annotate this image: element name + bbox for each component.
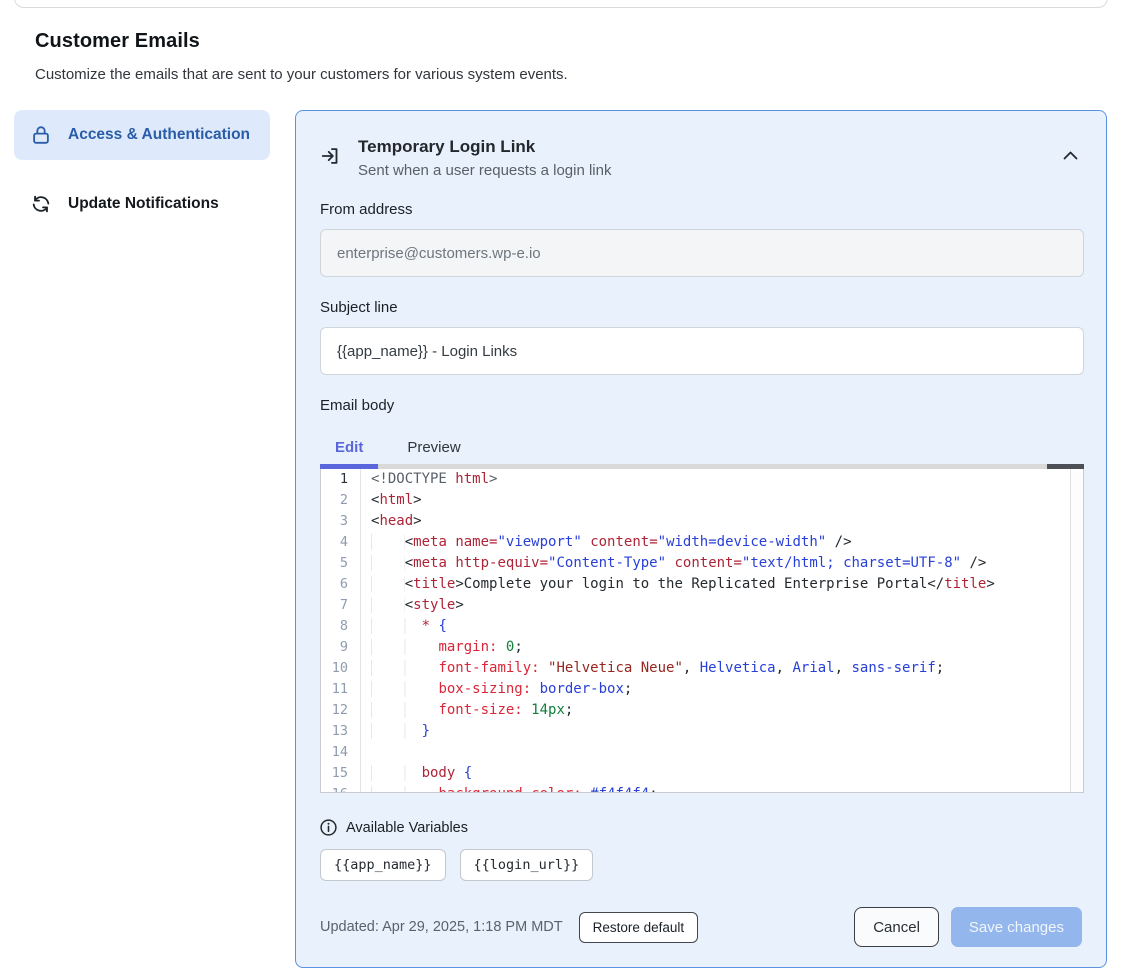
code-text: <style> — [361, 595, 464, 616]
code-text: <title>Complete your login to the Replic… — [361, 574, 995, 595]
code-line[interactable]: 12 font-size: 14px; — [321, 700, 1083, 721]
line-number: 5 — [321, 553, 361, 574]
code-line[interactable]: 11 box-sizing: border-box; — [321, 679, 1083, 700]
code-line[interactable]: 4 <meta name="viewport" content="width=d… — [321, 532, 1083, 553]
page-subtitle: Customize the emails that are sent to yo… — [35, 66, 568, 83]
sidebar-item-label: Update Notifications — [68, 192, 219, 216]
code-line[interactable]: 10 font-family: "Helvetica Neue", Helvet… — [321, 658, 1083, 679]
panel-footer: Updated: Apr 29, 2025, 1:18 PM MDT Resto… — [320, 907, 1082, 947]
login-icon — [320, 145, 342, 167]
cancel-button[interactable]: Cancel — [854, 907, 939, 947]
code-text: } — [361, 721, 430, 742]
lock-icon — [30, 124, 52, 146]
line-number: 12 — [321, 700, 361, 721]
variable-chip[interactable]: {{app_name}} — [320, 849, 446, 881]
line-number: 8 — [321, 616, 361, 637]
page-title: Customer Emails — [35, 30, 568, 53]
line-number: 14 — [321, 742, 361, 763]
line-number: 4 — [321, 532, 361, 553]
save-changes-button[interactable]: Save changes — [951, 907, 1082, 947]
page-header: Customer Emails Customize the emails tha… — [35, 30, 568, 83]
subject-line-input[interactable] — [320, 327, 1084, 375]
code-text: <html> — [361, 490, 422, 511]
subject-line-label: Subject line — [320, 299, 1082, 316]
code-line[interactable]: 16 background-color: #f4f4f4; — [321, 784, 1083, 793]
line-number: 11 — [321, 679, 361, 700]
code-text: font-family: "Helvetica Neue", Helvetica… — [361, 658, 944, 679]
code-line[interactable]: 8 * { — [321, 616, 1083, 637]
from-address-field: From address — [320, 201, 1082, 277]
temporary-login-link-panel: Temporary Login Link Sent when a user re… — [295, 110, 1107, 968]
line-number: 13 — [321, 721, 361, 742]
panel-header: Temporary Login Link Sent when a user re… — [320, 137, 1082, 179]
tab-preview[interactable]: Preview — [392, 430, 475, 469]
code-text: body { — [361, 763, 472, 784]
line-number: 7 — [321, 595, 361, 616]
code-text: font-size: 14px; — [361, 700, 573, 721]
available-variables-section: Available Variables {{app_name}} {{login_… — [320, 819, 1082, 881]
panel-subtitle: Sent when a user requests a login link — [358, 162, 611, 179]
panel-title: Temporary Login Link — [358, 137, 611, 157]
chevron-up-icon[interactable] — [1059, 147, 1082, 164]
code-text: <!DOCTYPE html> — [361, 469, 497, 490]
subject-line-field: Subject line — [320, 299, 1082, 375]
code-line[interactable]: 5 <meta http-equiv="Content-Type" conten… — [321, 553, 1083, 574]
code-text: * { — [361, 616, 447, 637]
sidebar-item-label: Access & Authentication — [68, 123, 250, 147]
variable-chip[interactable]: {{login_url}} — [460, 849, 594, 881]
refresh-icon — [30, 193, 52, 215]
editor-vertical-scrollbar[interactable] — [1070, 469, 1083, 792]
info-icon — [320, 819, 337, 836]
sidebar-item-update-notifications[interactable]: Update Notifications — [14, 179, 270, 229]
email-types-sidebar: Access & Authentication Update Notificati… — [14, 110, 270, 229]
code-line[interactable]: 14 — [321, 742, 1083, 763]
line-number: 10 — [321, 658, 361, 679]
updated-timestamp: Updated: Apr 29, 2025, 1:18 PM MDT — [320, 919, 563, 935]
code-text: margin: 0; — [361, 637, 523, 658]
code-line[interactable]: 7 <style> — [321, 595, 1083, 616]
customer-emails-page: Customer Emails Customize the emails tha… — [0, 0, 1128, 980]
from-address-label: From address — [320, 201, 1082, 218]
code-line[interactable]: 9 margin: 0; — [321, 637, 1083, 658]
line-number: 9 — [321, 637, 361, 658]
code-line[interactable]: 3<head> — [321, 511, 1083, 532]
email-body-tabs: Edit Preview — [320, 430, 1084, 469]
code-text: <meta name="viewport" content="width=dev… — [361, 532, 852, 553]
code-text — [361, 742, 371, 763]
code-text: background-color: #f4f4f4; — [361, 784, 658, 793]
from-address-input[interactable] — [320, 229, 1084, 277]
sidebar-item-access-authentication[interactable]: Access & Authentication — [14, 110, 270, 160]
code-line[interactable]: 13 } — [321, 721, 1083, 742]
code-text: <meta http-equiv="Content-Type" content=… — [361, 553, 986, 574]
email-body-code-editor[interactable]: 1<!DOCTYPE html>2<html>3<head>4 <meta na… — [320, 469, 1084, 793]
line-number: 15 — [321, 763, 361, 784]
line-number: 1 — [321, 469, 361, 490]
code-line[interactable]: 2<html> — [321, 490, 1083, 511]
code-line[interactable]: 1<!DOCTYPE html> — [321, 469, 1083, 490]
variable-chips: {{app_name}} {{login_url}} — [320, 849, 1082, 881]
line-number: 2 — [321, 490, 361, 511]
code-text: box-sizing: border-box; — [361, 679, 632, 700]
restore-default-button[interactable]: Restore default — [579, 912, 699, 943]
previous-card-edge — [14, 0, 1108, 8]
line-number: 3 — [321, 511, 361, 532]
tab-edit[interactable]: Edit — [320, 430, 378, 469]
line-number: 16 — [321, 784, 361, 793]
line-number: 6 — [321, 574, 361, 595]
code-text: <head> — [361, 511, 422, 532]
available-variables-label: Available Variables — [346, 820, 468, 836]
email-body-field: Email body Edit Preview 1<!DOCTYPE html>2… — [320, 397, 1082, 793]
panel-header-text: Temporary Login Link Sent when a user re… — [358, 137, 611, 179]
code-line[interactable]: 6 <title>Complete your login to the Repl… — [321, 574, 1083, 595]
email-body-label: Email body — [320, 397, 1082, 414]
code-line[interactable]: 15 body { — [321, 763, 1083, 784]
